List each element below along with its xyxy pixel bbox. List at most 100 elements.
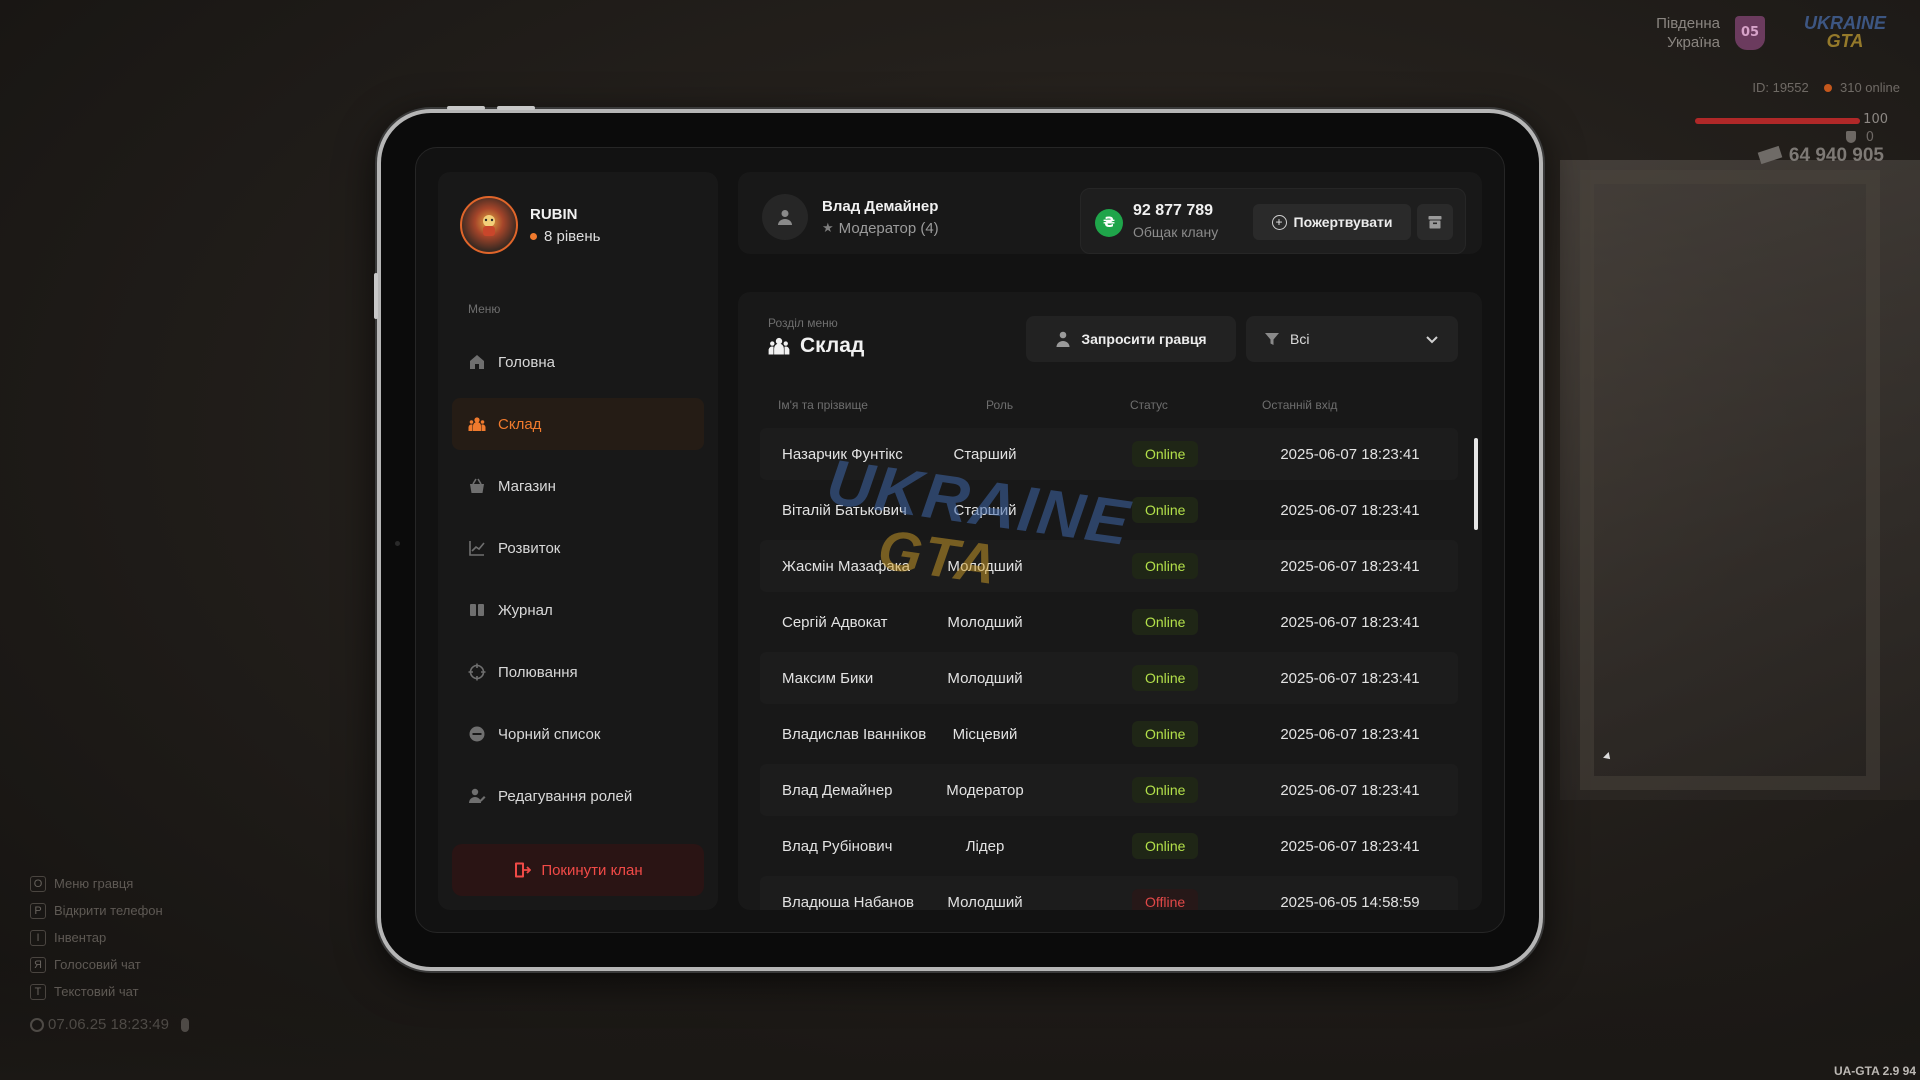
sidebar-item-label: Розвиток: [498, 539, 561, 557]
home-icon: [468, 353, 486, 371]
member-last-login: 2025-06-07 18:23:41: [1280, 669, 1420, 687]
status-filter-select[interactable]: Всі: [1246, 316, 1458, 362]
exit-icon: [515, 862, 532, 878]
table-row[interactable]: Максим Бики Молодший Online 2025-06-07 18:2…: [760, 652, 1458, 704]
table-row[interactable]: Сергій Адвокат Молодший Online 2025-06-07 1…: [760, 596, 1458, 648]
sidebar-item-label: Склад: [498, 415, 542, 433]
plus-circle-icon: +: [1271, 214, 1287, 230]
table-row[interactable]: Віталій Батькович Старший Online 2025-06-07…: [760, 484, 1458, 536]
clan-emblem-icon: [483, 215, 495, 236]
server-logo: UKRAINE GTA: [1790, 14, 1900, 56]
filter-icon: [1265, 333, 1279, 345]
sidebar-item-development[interactable]: Розвиток: [452, 522, 704, 574]
level-dot-icon: [530, 232, 537, 240]
server-logo-top: UKRAINE: [1803, 13, 1886, 33]
clan-level-text: 8 рівень: [544, 227, 601, 245]
member-name: Владюша Набанов: [782, 893, 915, 911]
current-user: Влад Демайнер ★ Модератор (4): [762, 194, 939, 240]
member-last-login: 2025-06-05 14:58:59: [1280, 893, 1420, 911]
region-badge: 05: [1735, 16, 1765, 50]
member-role: Старший: [953, 445, 1017, 463]
member-role: Молодший: [947, 669, 1023, 687]
add-user-icon: [1056, 331, 1070, 347]
section-caption: Розділ меню: [768, 316, 838, 330]
table-row[interactable]: Влад Рубінович Лідер Online 2025-06-07 18:2…: [760, 820, 1458, 872]
member-role: Лідер: [965, 837, 1005, 855]
sidebar-item-journal[interactable]: Журнал: [452, 584, 704, 636]
sidebar-item-hunting[interactable]: Полювання: [452, 646, 704, 698]
key-hint: O Меню гравця: [30, 870, 163, 897]
status-badge: Online: [1132, 441, 1199, 467]
page-title-text: Склад: [800, 334, 865, 357]
tablet-button: [497, 106, 535, 110]
clan-level: 8 рівень: [530, 228, 600, 245]
background-floor: [0, 960, 1920, 1080]
status-badge: Online: [1132, 777, 1199, 803]
leave-clan-label: Покинути клан: [541, 861, 643, 879]
invite-player-label: Запросити гравця: [1081, 331, 1207, 347]
key-hint: Я Голосовий чат: [30, 951, 163, 978]
key-hint-label: Інвентар: [54, 930, 107, 945]
table-row[interactable]: Владислав Іванніков Місцевий Online 2025-06…: [760, 708, 1458, 760]
member-last-login: 2025-06-07 18:23:41: [1280, 445, 1420, 463]
status-badge: Online: [1132, 833, 1199, 859]
donate-label: Пожертвувати: [1293, 214, 1393, 230]
member-role: Молодший: [947, 613, 1023, 631]
sidebar-item-home[interactable]: Головна: [452, 336, 704, 388]
column-header-role: Роль: [986, 398, 1014, 412]
sidebar-item-roster[interactable]: Склад: [452, 398, 704, 450]
table-row[interactable]: Назарчик Фунтікс Старший Online 2025-06-07 …: [760, 428, 1458, 480]
column-header-status: Статус: [1130, 398, 1168, 412]
table-row[interactable]: Влад Демайнер Модератор Online 2025-06-07 1…: [760, 764, 1458, 816]
member-name: Максим Бики: [782, 669, 874, 687]
table-header: Ім'я та прізвище Роль Статус Останній вх…: [768, 398, 1458, 416]
invite-player-button[interactable]: Запросити гравця: [1026, 316, 1236, 362]
armor-icon: [1846, 131, 1856, 143]
user-info: Влад Демайнер ★ Модератор (4): [822, 198, 939, 237]
member-last-login: 2025-06-07 18:23:41: [1280, 837, 1420, 855]
clan-name: RUBIN: [530, 205, 578, 223]
user-edit-icon: [468, 787, 486, 805]
leave-clan-button[interactable]: Покинути клан: [452, 844, 704, 896]
clan-avatar: [460, 196, 518, 254]
archive-icon: [1428, 216, 1442, 229]
hud-region-line1: Південна: [1656, 15, 1720, 32]
hud-clock: 07.06.25 18:23:49: [30, 1016, 189, 1033]
hud-region: Південна Україна: [1656, 14, 1720, 52]
table-row[interactable]: Жасмін Мазафака Молодший Online 2025-06-07 …: [760, 540, 1458, 592]
key-hint: T Текстовий чат: [30, 978, 163, 1005]
donate-button[interactable]: + Пожертвувати: [1253, 204, 1411, 240]
page-title: Склад: [768, 334, 864, 358]
crosshair-icon: [468, 663, 486, 681]
block-icon: [468, 725, 486, 743]
key-cap: T: [30, 983, 46, 1000]
background-window-frame: [1580, 170, 1880, 790]
table-scrollbar[interactable]: [1474, 438, 1478, 530]
key-cap: O: [30, 875, 46, 892]
user-role-text: Модератор (4): [838, 219, 939, 237]
chevron-down-icon: [1426, 336, 1438, 344]
clan-profile: RUBIN 8 рівень: [460, 196, 600, 254]
table-row[interactable]: Владюша Набанов Молодший Offline 2025-06-05…: [760, 876, 1458, 910]
member-name: Влад Демайнер: [782, 781, 893, 799]
member-last-login: 2025-06-07 18:23:41: [1280, 557, 1420, 575]
people-icon: [768, 337, 790, 355]
game-version: UA-GTA 2.9 94: [1833, 1064, 1916, 1078]
sidebar-item-blacklist[interactable]: Чорний список: [452, 708, 704, 760]
menu-title: Меню: [468, 302, 501, 316]
money-icon: [1757, 145, 1783, 165]
clock-text: 07.06.25 18:23:49: [48, 1016, 169, 1033]
sidebar-item-edit-roles[interactable]: Редагування ролей: [452, 770, 704, 822]
treasury-history-button[interactable]: [1417, 204, 1453, 240]
microphone-icon: [180, 1017, 189, 1032]
member-last-login: 2025-06-07 18:23:41: [1280, 613, 1420, 631]
roster-panel: Розділ меню Склад Запросити гравця Всі І…: [738, 292, 1482, 910]
member-table: Назарчик Фунтікс Старший Online 2025-06-07 …: [760, 428, 1458, 910]
key-cap: Я: [30, 956, 46, 973]
treasury-amount: 92 877 789: [1133, 202, 1214, 219]
money-value: 64 940 905: [1788, 145, 1884, 166]
health-bar-fill: [1695, 118, 1860, 124]
sidebar-item-shop[interactable]: Магазин: [452, 460, 704, 512]
key-hints: O Меню гравця P Відкрити телефон I Інвентар…: [30, 870, 163, 1005]
tablet-button: [447, 106, 485, 110]
